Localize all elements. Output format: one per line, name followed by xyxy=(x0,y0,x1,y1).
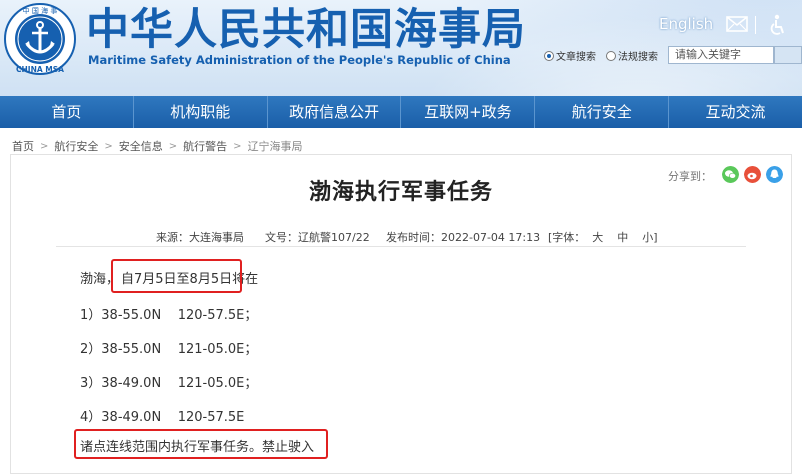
search-option-law[interactable]: 法规搜索 xyxy=(606,48,658,63)
coordinate-point-3: 3）38-49.0N 121-05.0E； xyxy=(80,376,258,391)
english-link[interactable]: English xyxy=(659,15,713,33)
article-doc-number: 文号：辽航警107/22 xyxy=(265,231,370,244)
radio-law[interactable] xyxy=(606,50,616,61)
logo-bottom-text: CHINA MSA xyxy=(16,65,64,74)
search-button[interactable] xyxy=(774,46,802,64)
article-publish-time: 发布时间：2022-07-04 17:13 xyxy=(386,231,541,244)
font-medium-button[interactable]: 中 xyxy=(617,231,628,244)
date-highlight-box xyxy=(111,259,242,293)
header-separator xyxy=(755,16,756,34)
chevron-right-icon: > xyxy=(168,140,178,152)
search-option-doc-label: 文章搜索 xyxy=(556,52,596,63)
nav-item-home[interactable]: 首页 xyxy=(0,96,134,128)
main-nav: 首页 机构职能 政府信息公开 互联网+政务 航行安全 互动交流 xyxy=(0,96,802,128)
meta-divider xyxy=(56,246,746,247)
breadcrumb-navigation-safety[interactable]: 航行安全 xyxy=(54,138,98,154)
breadcrumb-nav-warning[interactable]: 航行警告 xyxy=(183,138,227,154)
site-title-cn: 中华人民共和国海事局 xyxy=(86,5,526,55)
article-source: 来源：大连海事局 xyxy=(156,231,244,244)
nav-item-internet-gov[interactable]: 互联网+政务 xyxy=(401,96,536,128)
coordinate-point-4: 4）38-49.0N 120-57.5E xyxy=(80,410,245,425)
font-size-close: ] xyxy=(653,231,658,244)
font-small-button[interactable]: 小 xyxy=(642,231,653,244)
radio-doc-selected[interactable] xyxy=(544,50,554,61)
closing-highlight-box xyxy=(74,429,328,459)
search-input[interactable]: 请输入关键字 xyxy=(668,46,774,64)
font-size-label: [字体： xyxy=(548,231,586,244)
chevron-right-icon: > xyxy=(40,140,49,152)
msa-logo-icon[interactable]: 中 国 海 事 CHINA MSA xyxy=(3,2,77,76)
search-option-law-label: 法规搜索 xyxy=(618,52,658,63)
chevron-right-icon: > xyxy=(233,140,242,152)
logo-top-text: 中 国 海 事 xyxy=(23,6,58,15)
breadcrumb-safety-info[interactable]: 安全信息 xyxy=(119,138,163,154)
accessibility-icon[interactable] xyxy=(768,14,786,36)
breadcrumb: 首页 > 航行安全 > 安全信息 > 航行警告 > 辽宁海事局 xyxy=(12,138,303,154)
site-title-en: Maritime Safety Administration of the Pe… xyxy=(88,53,511,67)
coordinate-point-1: 1）38-55.0N 120-57.5E； xyxy=(80,308,258,323)
site-header: 中 国 海 事 CHINA MSA 中华人民共和国海事局 Maritime Sa… xyxy=(0,0,802,96)
nav-item-interaction[interactable]: 互动交流 xyxy=(669,96,802,128)
chevron-right-icon: > xyxy=(104,140,113,152)
search-option-doc[interactable]: 文章搜索 xyxy=(544,48,596,63)
mail-icon[interactable] xyxy=(726,16,748,32)
article-title: 渤海执行军事任务 xyxy=(308,180,493,205)
nav-item-gov-info[interactable]: 政府信息公开 xyxy=(268,96,402,128)
coordinate-point-2: 2）38-55.0N 121-05.0E； xyxy=(80,342,258,357)
font-large-button[interactable]: 大 xyxy=(592,231,603,244)
breadcrumb-home[interactable]: 首页 xyxy=(12,138,34,154)
nav-item-navigation-safety[interactable]: 航行安全 xyxy=(535,96,670,128)
font-size-control: [字体： 大 中 小] xyxy=(548,229,658,245)
nav-item-functions[interactable]: 机构职能 xyxy=(134,96,268,128)
breadcrumb-liaoning[interactable]: 辽宁海事局 xyxy=(248,138,303,154)
